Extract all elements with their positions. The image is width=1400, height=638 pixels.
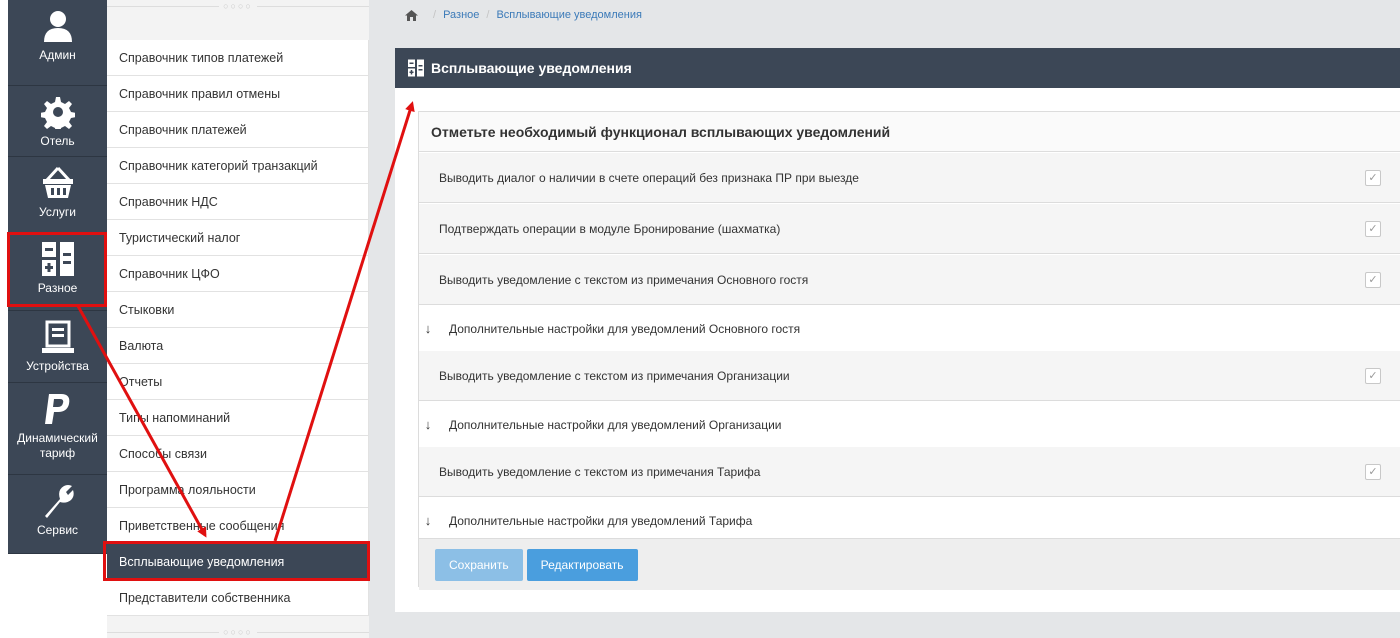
extra-settings-label: Дополнительные настройки для уведомлений… [449,321,801,336]
nav-label: Динамический тариф [17,431,98,460]
breadcrumb-current[interactable]: Всплывающие уведомления [496,9,641,21]
submenu-item[interactable]: Представители собственника [107,580,369,616]
paypal-icon [38,389,78,429]
user-icon [38,6,78,46]
submenu-item[interactable]: Справочник платежей [107,112,369,148]
main-nav-rail: Админ Отель Услуги Разное Устройства Дин… [0,0,107,638]
submenu-item[interactable]: Справочник ЦФО [107,256,369,292]
home-icon[interactable] [405,9,418,21]
setting-checkbox[interactable]: ✓ [1365,367,1381,384]
submenu-item[interactable]: Программа лояльности [107,472,369,508]
card-title: Отметьте необходимый функционал всплываю… [419,112,1400,152]
setting-label: Выводить уведомление с текстом из примеч… [439,368,790,383]
setting-label: Подтверждать операции в модуле Бронирова… [439,221,781,236]
submenu-item[interactable]: Приветственные сообщения [107,508,369,544]
extra-settings-label: Дополнительные настройки для уведомлений… [449,513,753,528]
extra-settings-label: Дополнительные настройки для уведомлений… [449,417,782,432]
nav-item-services[interactable]: Услуги [8,157,107,233]
device-icon [38,317,78,357]
nav-label: Админ [39,48,76,62]
nav-item-service[interactable]: Сервис [8,475,107,554]
arrow-down-icon: ↓ [424,513,432,528]
setting-checkbox[interactable]: ✓ [1365,463,1381,480]
annotation-highlight-popup-notifications [103,541,370,581]
main-panel: Всплывающие уведомления Отметьте необход… [395,48,1400,612]
breadcrumb-separator: / [433,9,437,21]
submenu-item[interactable]: Справочник категорий транзакций [107,148,369,184]
setting-checkbox[interactable]: ✓ [1365,220,1381,237]
calculator-icon [407,59,425,77]
breadcrumb-separator: / [486,9,490,21]
edit-button[interactable]: Редактировать [526,548,638,581]
submenu-item[interactable]: Справочник типов платежей [107,40,369,76]
scroll-down-handle[interactable]: ○○○○ [107,626,369,638]
gear-icon [38,92,78,132]
button-bar: Сохранить Редактировать [419,538,1400,590]
submenu-item[interactable]: Типы напоминаний [107,400,369,436]
setting-label: Выводить уведомление с текстом из примеч… [439,464,761,479]
setting-checkbox[interactable]: ✓ [1365,169,1381,186]
setting-row: Выводить диалог о наличии в счете операц… [419,153,1400,203]
settings-card: Отметьте необходимый функционал всплываю… [418,111,1400,590]
extra-settings-toggle[interactable]: ↓ Дополнительные настройки для уведомлени… [419,402,1400,448]
wrench-icon [38,481,78,521]
breadcrumb-link-misc[interactable]: Разное [443,9,479,21]
arrow-down-icon: ↓ [424,417,432,432]
submenu-item[interactable]: Справочник правил отмены [107,76,369,112]
submenu-item[interactable]: Справочник НДС [107,184,369,220]
nav-label: Отель [40,134,75,148]
submenu-item[interactable]: Валюта [107,328,369,364]
nav-label: Сервис [36,523,79,537]
annotation-highlight-misc [7,232,107,307]
setting-row: Выводить уведомление с текстом из примеч… [419,255,1400,305]
setting-checkbox[interactable]: ✓ [1365,271,1381,288]
submenu-item[interactable]: Отчеты [107,364,369,400]
submenu-item[interactable]: Стыковки [107,292,369,328]
panel-header: Всплывающие уведомления [395,48,1400,88]
submenu-item[interactable]: Туристический налог [107,220,369,256]
setting-row: Подтверждать операции в модуле Бронирова… [419,204,1400,254]
setting-row: Выводить уведомление с текстом из примеч… [419,351,1400,401]
setting-label: Выводить диалог о наличии в счете операц… [439,170,859,185]
breadcrumb: / Разное / Всплывающие уведомления [405,0,642,30]
nav-label: Услуги [39,205,76,219]
nav-item-dynamic-tariff[interactable]: Динамический тариф [8,383,107,475]
panel-title: Всплывающие уведомления [431,60,632,76]
save-button[interactable]: Сохранить [435,548,523,581]
setting-label: Выводить уведомление с текстом из примеч… [439,272,809,287]
basket-icon [38,163,78,203]
submenu-item[interactable]: Способы связи [107,436,369,472]
nav-item-admin[interactable]: Админ [8,0,107,86]
setting-row: Выводить уведомление с текстом из примеч… [419,447,1400,497]
extra-settings-toggle[interactable]: ↓ Дополнительные настройки для уведомлени… [419,306,1400,352]
arrow-down-icon: ↓ [424,321,432,336]
scroll-up-handle[interactable]: ○○○○ [107,0,369,12]
nav-label: Устройства [26,359,89,373]
nav-item-hotel[interactable]: Отель [8,86,107,157]
submenu-list: Справочник типов платежей Справочник прав… [107,40,369,616]
nav-item-devices[interactable]: Устройства [8,311,107,383]
